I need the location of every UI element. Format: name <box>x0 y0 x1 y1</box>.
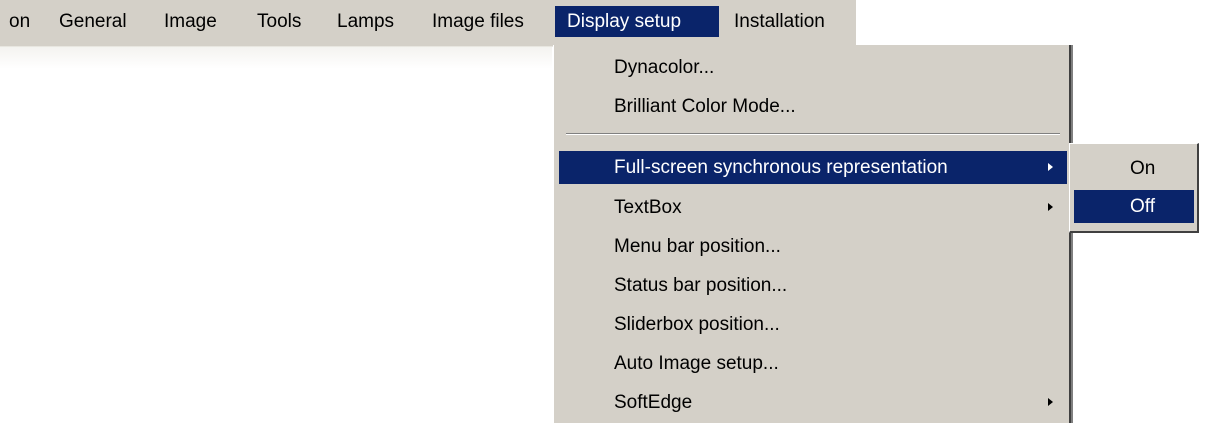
submenu-item-label: On <box>1130 158 1156 179</box>
menu-item-label: Menu bar position... <box>614 236 781 257</box>
menu-item-menu-bar-position[interactable]: Menu bar position... <box>559 230 1067 263</box>
menu-item-status-bar-position[interactable]: Status bar position... <box>559 269 1067 302</box>
submenu-item-on[interactable]: On <box>1074 152 1194 185</box>
full-screen-sync-submenu: On Off <box>1069 143 1199 233</box>
menu-item-label: Full-screen synchronous representation <box>614 157 948 178</box>
menu-item-label: Sliderbox position... <box>614 314 780 335</box>
menu-item-brilliant-color-mode[interactable]: Brilliant Color Mode... <box>559 90 1067 123</box>
menu-tools[interactable]: Tools <box>257 6 301 37</box>
menu-item-textbox[interactable]: TextBox <box>559 191 1067 224</box>
menu-separator <box>566 133 1060 135</box>
menu-on[interactable]: on <box>9 6 30 37</box>
menu-installation[interactable]: Installation <box>734 6 825 37</box>
submenu-item-label: Off <box>1130 196 1155 217</box>
submenu-arrow-icon <box>1048 203 1053 211</box>
menu-item-auto-image-setup[interactable]: Auto Image setup... <box>559 347 1067 380</box>
submenu-item-off[interactable]: Off <box>1074 190 1194 223</box>
submenu-arrow-icon <box>1048 163 1053 171</box>
menu-item-dynacolor[interactable]: Dynacolor... <box>559 51 1067 84</box>
menu-bar-shadow <box>0 47 552 69</box>
menu-item-softedge[interactable]: SoftEdge <box>559 386 1067 419</box>
menu-item-label: Brilliant Color Mode... <box>614 96 796 117</box>
menu-item-label: Status bar position... <box>614 275 788 296</box>
menu-image-files[interactable]: Image files <box>432 6 524 37</box>
submenu-arrow-icon <box>1048 398 1053 406</box>
menu-item-sliderbox-position[interactable]: Sliderbox position... <box>559 308 1067 341</box>
display-setup-dropdown: Dynacolor... Brilliant Color Mode... Ful… <box>553 45 1073 423</box>
menu-lamps[interactable]: Lamps <box>337 6 394 37</box>
menu-item-label: SoftEdge <box>614 392 693 413</box>
menu-item-full-screen-sync[interactable]: Full-screen synchronous representation <box>559 151 1067 184</box>
menu-general[interactable]: General <box>59 6 127 37</box>
menu-display-setup[interactable]: Display setup <box>555 6 719 37</box>
menu-item-label: TextBox <box>614 197 682 218</box>
menu-item-label: Auto Image setup... <box>614 353 779 374</box>
menu-bar: on General Image Tools Lamps Image files… <box>0 0 856 47</box>
menu-item-label: Dynacolor... <box>614 57 715 78</box>
menu-image[interactable]: Image <box>164 6 217 37</box>
